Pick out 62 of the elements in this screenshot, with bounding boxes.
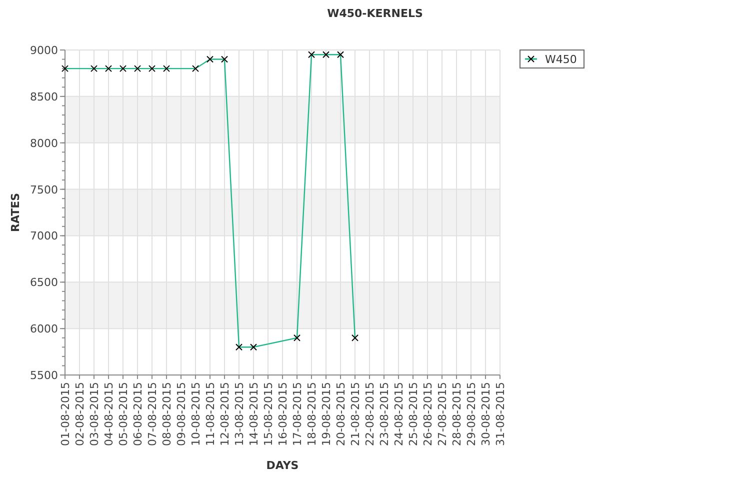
x-tick-label: 01-08-2015 xyxy=(59,382,72,446)
y-axis-label: RATES xyxy=(9,192,22,232)
point-marker xyxy=(294,334,300,342)
point-marker xyxy=(62,65,68,72)
y-tick-label: 7000 xyxy=(30,230,58,243)
point-marker xyxy=(163,65,170,72)
point-marker xyxy=(148,65,156,72)
y-tick-label: 7500 xyxy=(30,183,58,196)
y-tick-label: 8500 xyxy=(30,90,58,104)
x-tick-label: 27-08-2015 xyxy=(436,382,449,446)
x-tick-label: 23-08-2015 xyxy=(378,382,391,446)
x-tick-label: 19-08-2015 xyxy=(320,382,333,446)
x-tick-label: 09-08-2015 xyxy=(175,382,188,446)
point-marker xyxy=(236,344,242,351)
legend-label: W450 xyxy=(545,53,577,66)
x-tick-label: 04-08-2015 xyxy=(102,382,116,446)
x-tick-label: 22-08-2015 xyxy=(364,382,376,446)
y-tick-label: 5500 xyxy=(30,369,58,382)
point-marker xyxy=(192,65,199,72)
x-tick-label: 21-08-2015 xyxy=(349,382,362,446)
x-tick-label: 30-08-2015 xyxy=(480,382,492,446)
x-tick-label: 05-08-2015 xyxy=(117,382,130,446)
x-tick-label: 20-08-2015 xyxy=(334,382,348,446)
y-tick-label: 8000 xyxy=(30,136,58,150)
point-marker xyxy=(105,65,112,72)
x-tick-label: 25-08-2015 xyxy=(407,382,420,446)
point-marker xyxy=(90,65,98,72)
x-tick-label: 03-08-2015 xyxy=(88,382,101,446)
point-marker xyxy=(206,56,214,63)
x-tick-label: 15-08-2015 xyxy=(262,382,275,446)
chart-title: W450-KERNELS xyxy=(327,7,423,20)
legend-line-icon xyxy=(525,56,537,62)
x-tick-label: 02-08-2015 xyxy=(74,382,86,446)
x-axis-label: DAYS xyxy=(266,459,299,472)
x-tick-label: 14-08-2015 xyxy=(248,382,260,446)
point-marker xyxy=(322,51,330,58)
y-tick-label: 6000 xyxy=(30,322,58,336)
x-tick-label: 24-08-2015 xyxy=(392,382,406,446)
x-tick-label: 17-08-2015 xyxy=(291,382,304,446)
x-tick-label: 31-08-2015 xyxy=(494,382,507,446)
legend-box xyxy=(520,50,584,68)
x-tick-label: 11-08-2015 xyxy=(204,382,217,446)
point-marker xyxy=(120,65,126,72)
point-marker xyxy=(352,334,358,342)
x-tick-label: 29-08-2015 xyxy=(465,382,478,446)
x-tick-label: 12-08-2015 xyxy=(218,382,232,446)
point-marker xyxy=(308,51,315,58)
x-tick-label: 10-08-2015 xyxy=(190,382,202,446)
point-marker xyxy=(221,56,228,63)
y-tick-label: 6500 xyxy=(30,276,58,290)
point-marker xyxy=(337,51,344,58)
x-tick-label: 07-08-2015 xyxy=(146,382,159,446)
x-tick-label: 13-08-2015 xyxy=(233,382,246,446)
x-tick-label: 16-08-2015 xyxy=(276,382,290,446)
x-tick-label: 18-08-2015 xyxy=(306,382,318,446)
x-tick-label: 28-08-2015 xyxy=(450,382,464,446)
point-marker xyxy=(134,65,141,72)
x-tick-label: 26-08-2015 xyxy=(422,382,434,446)
point-marker xyxy=(250,344,257,351)
y-tick-label: 9000 xyxy=(30,44,58,57)
x-tick-label: 06-08-2015 xyxy=(132,382,144,446)
x-tick-label: 08-08-2015 xyxy=(160,382,174,446)
